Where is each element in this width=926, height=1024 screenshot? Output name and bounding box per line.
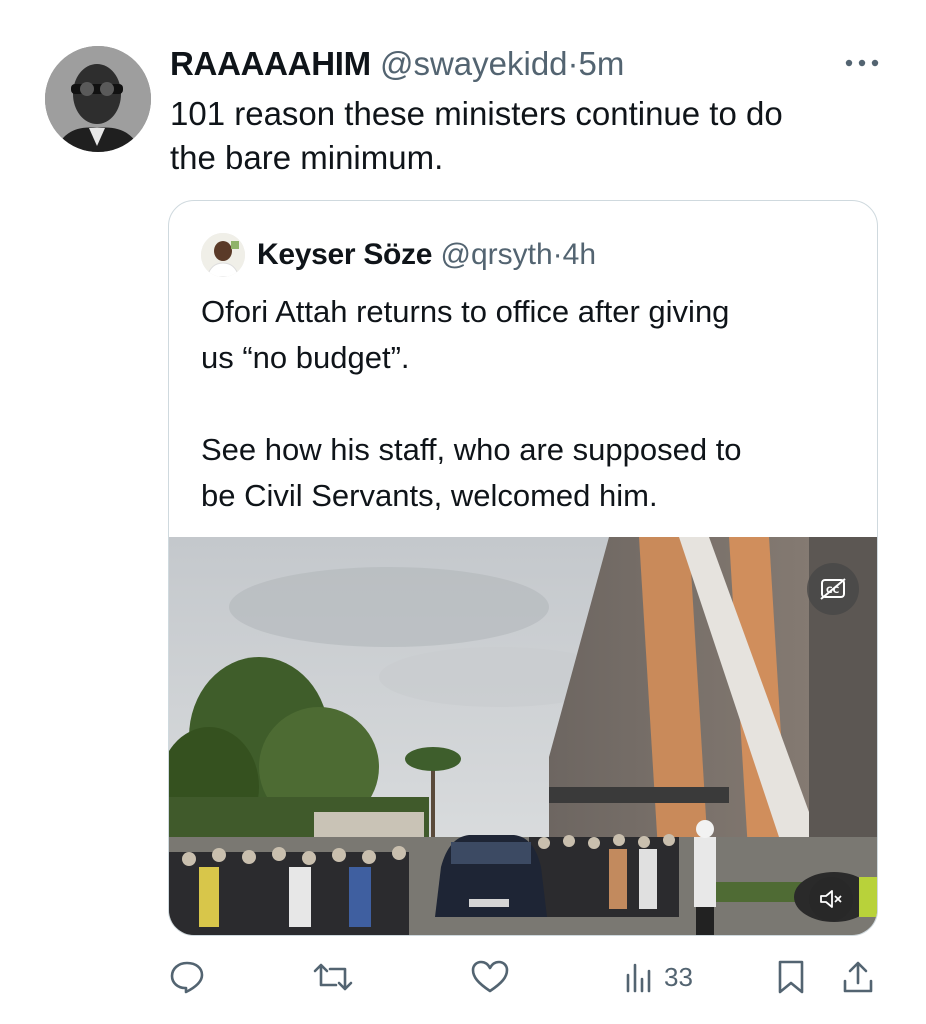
svg-text:CC: CC: [826, 586, 840, 596]
video-frame: [169, 537, 877, 935]
separator-dot: ·: [567, 45, 579, 82]
tweet-header: RAAAAAHIM @swayekidd·5m: [170, 44, 624, 84]
retweet-icon: [313, 963, 353, 991]
mute-button[interactable]: [809, 877, 853, 921]
bookmark-button[interactable]: [775, 955, 807, 999]
captions-button[interactable]: CC: [807, 563, 859, 615]
views-button[interactable]: 33: [624, 955, 693, 999]
like-icon: [471, 960, 509, 993]
avatar-photo: [45, 46, 151, 152]
quoted-header: Keyser Söze @qrsyth·4h: [257, 235, 596, 275]
reply-button[interactable]: [168, 955, 206, 999]
reply-icon: [170, 961, 204, 994]
quoted-handle[interactable]: @qrsyth: [440, 238, 552, 271]
more-horizontal-icon: [845, 59, 879, 67]
more-options-button[interactable]: [842, 48, 882, 78]
timestamp[interactable]: 5m: [579, 45, 625, 82]
volume-muted-icon: [820, 890, 842, 908]
handle[interactable]: @swayekidd: [380, 45, 568, 82]
quoted-display-name[interactable]: Keyser Söze: [257, 238, 432, 271]
retweet-button[interactable]: [312, 955, 354, 999]
views-count: 33: [664, 961, 693, 992]
tweet-action-bar: 33: [160, 955, 890, 1005]
quoted-timestamp[interactable]: 4h: [563, 238, 596, 271]
captions-off-icon: CC: [820, 578, 846, 600]
bookmark-icon: [778, 960, 804, 994]
like-button[interactable]: [470, 955, 510, 999]
share-icon: [843, 961, 873, 993]
display-name[interactable]: RAAAAAHIM: [170, 45, 371, 82]
quoted-avatar[interactable]: [201, 233, 245, 277]
tweet-text: 101 reason these ministers continue to d…: [170, 95, 783, 176]
quoted-avatar-photo: [201, 233, 245, 277]
quoted-separator-dot: ·: [552, 238, 563, 271]
views-icon: [626, 963, 651, 993]
quoted-tweet[interactable]: Keyser Söze @qrsyth·4h Ofori Attah retur…: [168, 200, 878, 936]
share-button[interactable]: [840, 955, 876, 999]
avatar[interactable]: [45, 46, 151, 152]
quoted-text: Ofori Attah returns to office after givi…: [201, 294, 742, 513]
video-player[interactable]: CC: [169, 537, 877, 935]
